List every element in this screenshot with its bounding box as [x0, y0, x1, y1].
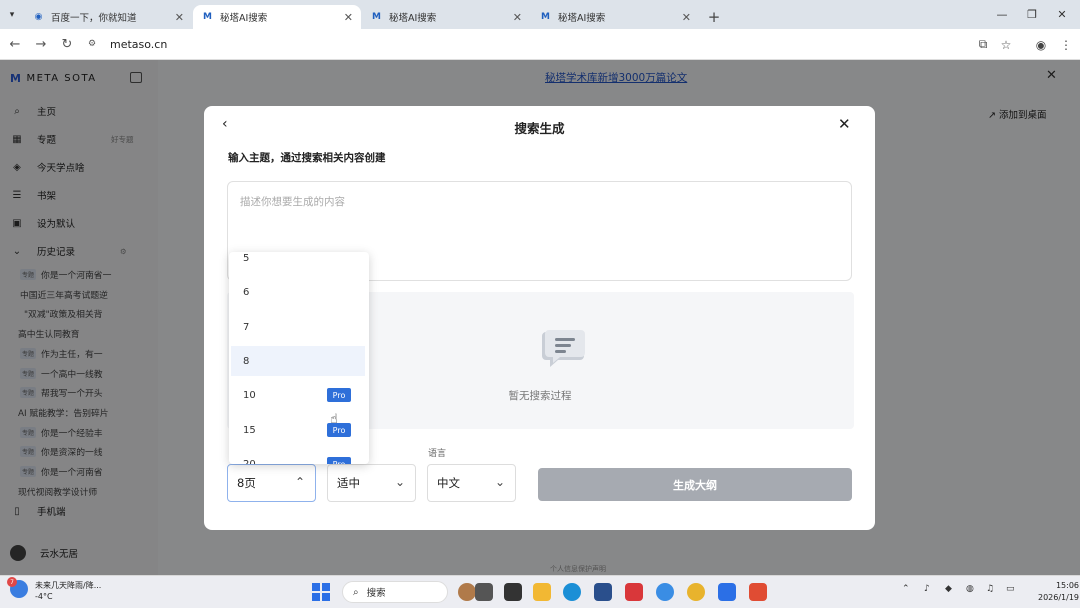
pages-select[interactable]: 8页 ⌃: [227, 464, 316, 502]
profile-icon[interactable]: ◉: [1028, 29, 1054, 60]
page-option[interactable]: 10 Pro: [231, 380, 365, 410]
generate-outline-button[interactable]: 生成大纲: [538, 468, 852, 501]
menu-icon[interactable]: ⋮: [1053, 29, 1079, 60]
network-icon[interactable]: ◍: [966, 584, 974, 594]
volume-icon[interactable]: ♫: [986, 584, 994, 594]
modal-close-icon[interactable]: ✕: [838, 115, 851, 133]
tab-metaso-active[interactable]: M 秘塔AI搜索 ✕: [193, 5, 361, 29]
language-label: 语言: [428, 449, 447, 459]
pro-badge: Pro: [327, 388, 351, 402]
tab-close-icon[interactable]: ✕: [175, 11, 184, 24]
page-option[interactable]: 6: [231, 277, 365, 307]
taskbar-search[interactable]: ⌕ 搜索: [342, 581, 448, 603]
app-icon[interactable]: [656, 583, 674, 601]
bookmark-star-icon[interactable]: ☆: [993, 29, 1019, 60]
tab-close-icon[interactable]: ✕: [344, 11, 353, 24]
weather-temp: -4°C: [35, 592, 53, 601]
modal-title: 搜索生成: [514, 121, 565, 136]
tab-label: 百度一下，你就知道: [51, 13, 137, 24]
baidu-favicon-icon: ◉: [34, 12, 43, 22]
url-text: metaso.cn: [110, 37, 168, 51]
chevron-down-icon: ⌄: [494, 475, 505, 489]
app-icon[interactable]: [749, 583, 767, 601]
weather-icon: 7: [7, 577, 28, 598]
url-field[interactable]: ⚙ metaso.cn: [88, 38, 167, 51]
back-icon[interactable]: ←: [2, 31, 28, 57]
hand-cursor-icon: ☝: [330, 412, 338, 427]
chrome-icon[interactable]: [687, 583, 705, 601]
page-option[interactable]: 7: [231, 312, 365, 342]
chevron-up-icon: ⌃: [294, 475, 305, 489]
wps-icon[interactable]: [625, 583, 643, 601]
language-select[interactable]: 中文 ⌄: [427, 464, 516, 502]
pages-dropdown: 5 6 7 8 10 Pro 15 Pro 20 Pro: [229, 252, 369, 464]
window-close-icon[interactable]: ✕: [1044, 0, 1080, 29]
pro-badge: Pro: [327, 457, 351, 464]
tab-metaso-2[interactable]: M 秘塔AI搜索 ✕: [362, 5, 530, 29]
app-avatar-icon[interactable]: [458, 583, 476, 601]
page-option[interactable]: 5: [231, 252, 365, 273]
site-info-icon[interactable]: ⚙: [88, 39, 102, 49]
tab-label: 秘塔AI搜索: [558, 13, 606, 24]
battery-icon[interactable]: ▭: [1006, 584, 1015, 594]
clock[interactable]: 15:06 2026/1/19: [1038, 580, 1079, 604]
metaso-favicon-icon: M: [541, 12, 550, 22]
tab-label: 秘塔AI搜索: [220, 13, 268, 24]
file-explorer-icon[interactable]: [533, 583, 551, 601]
task-view-icon[interactable]: [504, 583, 522, 601]
app-icon[interactable]: [718, 583, 736, 601]
weather-title: 未来几天降雨/降...: [35, 581, 102, 590]
edge-icon[interactable]: [563, 583, 581, 601]
topic-placeholder: 描述你想要生成的内容: [240, 196, 345, 208]
metaso-favicon-icon: M: [372, 12, 381, 22]
chat-bubble-icon: [542, 330, 585, 367]
app-icon[interactable]: [475, 583, 493, 601]
store-icon[interactable]: [594, 583, 612, 601]
modal-subtitle: 输入主题，通过搜索相关内容创建: [228, 152, 386, 164]
chevron-down-icon: ⌄: [394, 475, 405, 489]
tab-metaso-3[interactable]: M 秘塔AI搜索 ✕: [531, 5, 699, 29]
chevron-up-icon[interactable]: ⌃: [902, 584, 910, 594]
mic-icon[interactable]: ♪: [924, 584, 930, 594]
notification-badge: 7: [7, 577, 17, 587]
new-tab-button[interactable]: +: [700, 5, 728, 29]
tab-close-icon[interactable]: ✕: [513, 11, 522, 24]
page-option-selected[interactable]: 8: [231, 346, 365, 376]
tab-close-icon[interactable]: ✕: [682, 11, 691, 24]
page-option[interactable]: 15 Pro: [231, 415, 365, 445]
search-icon: ⌕: [353, 586, 359, 598]
reload-icon[interactable]: ↻: [54, 31, 80, 57]
shield-icon[interactable]: ◆: [945, 584, 952, 594]
browser-tab-bar: ▾ ◉ 百度一下，你就知道 ✕ M 秘塔AI搜索 ✕ M 秘塔AI搜索 ✕ M …: [0, 0, 1080, 29]
weather-widget[interactable]: 7 未来几天降雨/降... -4°C: [7, 577, 102, 602]
tab-label: 秘塔AI搜索: [389, 13, 437, 24]
metaso-favicon-icon: M: [203, 12, 212, 22]
tab-search-icon[interactable]: ▾: [0, 0, 24, 29]
forward-icon[interactable]: →: [28, 31, 54, 57]
taskbar: 7 未来几天降雨/降... -4°C ⌕ 搜索 ⌃ ♪ ◆ ◍ ♫ ▭ 15:06 …: [0, 575, 1080, 608]
tab-baidu[interactable]: ◉ 百度一下，你就知道 ✕: [24, 5, 192, 29]
length-select[interactable]: 适中 ⌄: [327, 464, 416, 502]
address-bar: ← → ↻ ⚙ metaso.cn ⧉ ☆ ◉ ⋮: [0, 29, 1080, 60]
page-option[interactable]: 20 Pro: [231, 449, 365, 464]
start-menu-icon[interactable]: [312, 583, 330, 601]
